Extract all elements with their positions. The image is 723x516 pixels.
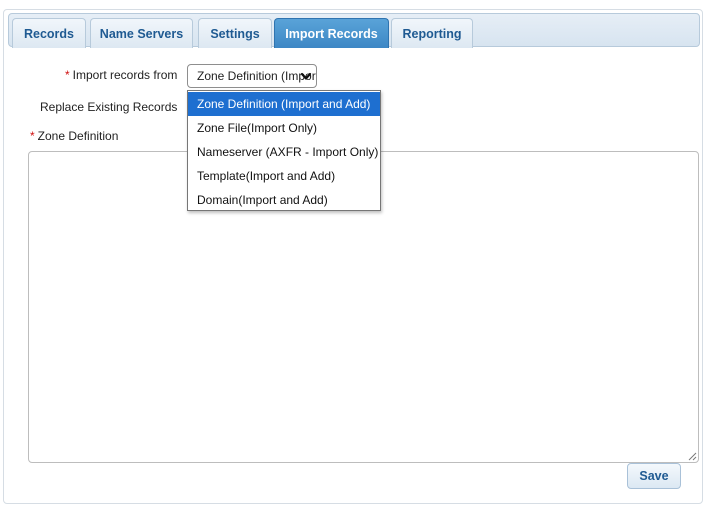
save-button[interactable]: Save xyxy=(627,463,681,489)
dropdown-option-zone-definition[interactable]: Zone Definition (Import and Add) xyxy=(188,92,380,116)
zone-definition-label-text: Zone Definition xyxy=(37,129,119,143)
replace-existing-label: Replace Existing Records xyxy=(40,100,178,114)
resize-grip-icon[interactable] xyxy=(687,451,697,461)
tab-reporting[interactable]: Reporting xyxy=(391,18,473,48)
tab-bar: Records Name Servers Settings Import Rec… xyxy=(8,13,700,48)
import-from-label-text: Import records from xyxy=(72,68,178,82)
dropdown-option-nameserver-axfr[interactable]: Nameserver (AXFR - Import Only) xyxy=(188,140,380,164)
tab-settings[interactable]: Settings xyxy=(198,18,272,48)
chevron-down-icon xyxy=(300,72,312,80)
import-from-dropdown-list: Zone Definition (Import and Add) Zone Fi… xyxy=(187,90,381,211)
zone-definition-label: * Zone Definition xyxy=(30,129,118,143)
dropdown-option-zone-file[interactable]: Zone File(Import Only) xyxy=(188,116,380,140)
import-from-label: * Import records from xyxy=(65,68,177,82)
tab-records[interactable]: Records xyxy=(12,18,86,48)
tab-name-servers[interactable]: Name Servers xyxy=(90,18,193,48)
dropdown-option-template[interactable]: Template(Import and Add) xyxy=(188,164,380,188)
import-from-select[interactable]: Zone Definition (Import and Add) xyxy=(187,64,317,88)
tab-import-records[interactable]: Import Records xyxy=(274,18,389,48)
required-marker: * xyxy=(65,68,70,82)
required-marker: * xyxy=(30,129,35,143)
import-from-select-value: Zone Definition (Import and Add) xyxy=(197,69,317,83)
dropdown-option-domain[interactable]: Domain(Import and Add) xyxy=(188,188,380,212)
